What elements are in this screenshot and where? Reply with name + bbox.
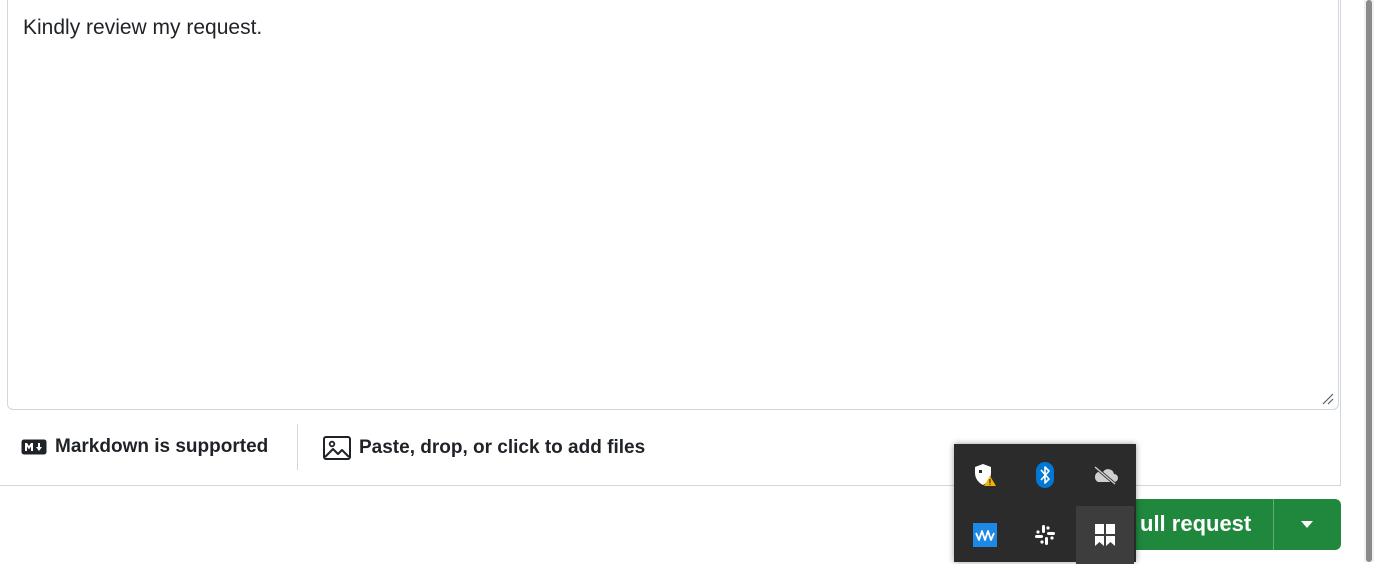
chevron-down-icon[interactable] <box>1300 520 1314 529</box>
markdown-supported-link[interactable]: Markdown is supported <box>21 436 268 458</box>
page-scrollbar[interactable] <box>1364 0 1374 562</box>
onedrive-offline-icon[interactable] <box>1076 446 1134 504</box>
bluetooth-icon[interactable] <box>1016 446 1074 504</box>
scrollbar-thumb[interactable] <box>1366 0 1372 562</box>
markdown-label: Markdown is supported <box>55 436 269 457</box>
attach-label: Paste, drop, or click to add files <box>359 437 646 458</box>
create-pull-request-label: ull request <box>1140 511 1252 536</box>
windows-security-warning-icon[interactable] <box>956 446 1014 504</box>
comment-toolbar: Markdown is supported Paste, drop, or cl… <box>0 420 1341 485</box>
comment-text: Kindly review my request. <box>23 16 263 39</box>
toolbar-separator <box>297 424 298 470</box>
markdown-icon <box>21 439 47 455</box>
toolbar-divider <box>0 485 1341 486</box>
attach-files-button[interactable]: Paste, drop, or click to add files <box>323 436 645 460</box>
waves-app-icon[interactable] <box>956 506 1014 564</box>
comment-textarea[interactable]: Kindly review my request. <box>7 0 1339 410</box>
image-icon <box>323 436 351 460</box>
system-tray-flyout <box>954 444 1136 564</box>
resize-grip-icon[interactable] <box>1320 391 1334 405</box>
app-grid-icon[interactable] <box>1076 506 1134 564</box>
slack-icon[interactable] <box>1016 506 1074 564</box>
card-border <box>1340 0 1341 486</box>
button-split-divider <box>1273 499 1274 550</box>
